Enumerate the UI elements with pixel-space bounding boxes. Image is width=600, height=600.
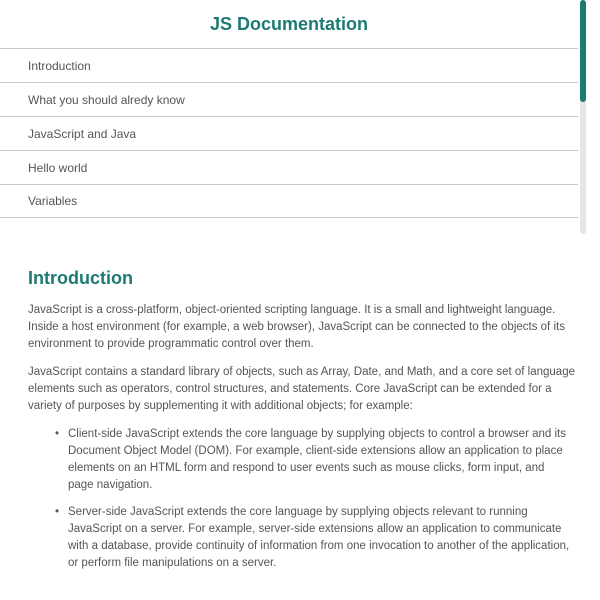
list-item-text: Server-side JavaScript extends the core … — [68, 506, 570, 569]
paragraph: JavaScript contains a standard library o… — [28, 366, 575, 412]
navbar: JS Documentation Introduction What you s… — [0, 0, 600, 236]
main-doc: Introduction JavaScript is a cross-platf… — [28, 266, 580, 582]
nav-link-introduction[interactable]: Introduction — [0, 48, 578, 82]
nav-link-variables[interactable]: Variables — [0, 184, 578, 218]
list-item: • Server-side JavaScript extends the cor… — [55, 504, 572, 572]
paragraph: JavaScript is a cross-platform, object-o… — [28, 304, 565, 350]
nav-list: Introduction What you should alredy know… — [0, 48, 578, 218]
nav-scrollbar[interactable] — [580, 0, 586, 234]
bullet-list: • Client-side JavaScript extends the cor… — [55, 426, 572, 572]
list-item: • Client-side JavaScript extends the cor… — [55, 426, 572, 494]
nav-title: JS Documentation — [209, 13, 369, 34]
bullet-dot-icon: • — [55, 428, 60, 440]
list-item-text: Client-side JavaScript extends the core … — [68, 428, 566, 491]
section-heading: Introduction — [28, 268, 133, 288]
nav-scrollbar-thumb[interactable] — [580, 0, 586, 102]
bullet-dot-icon: • — [55, 506, 60, 518]
nav-link-javascript-and-java[interactable]: JavaScript and Java — [0, 116, 578, 150]
nav-link-what-you-should-already-know[interactable]: What you should alredy know — [0, 82, 578, 116]
section-introduction: Introduction JavaScript is a cross-platf… — [28, 266, 580, 572]
nav-link-hello-world[interactable]: Hello world — [0, 150, 578, 184]
